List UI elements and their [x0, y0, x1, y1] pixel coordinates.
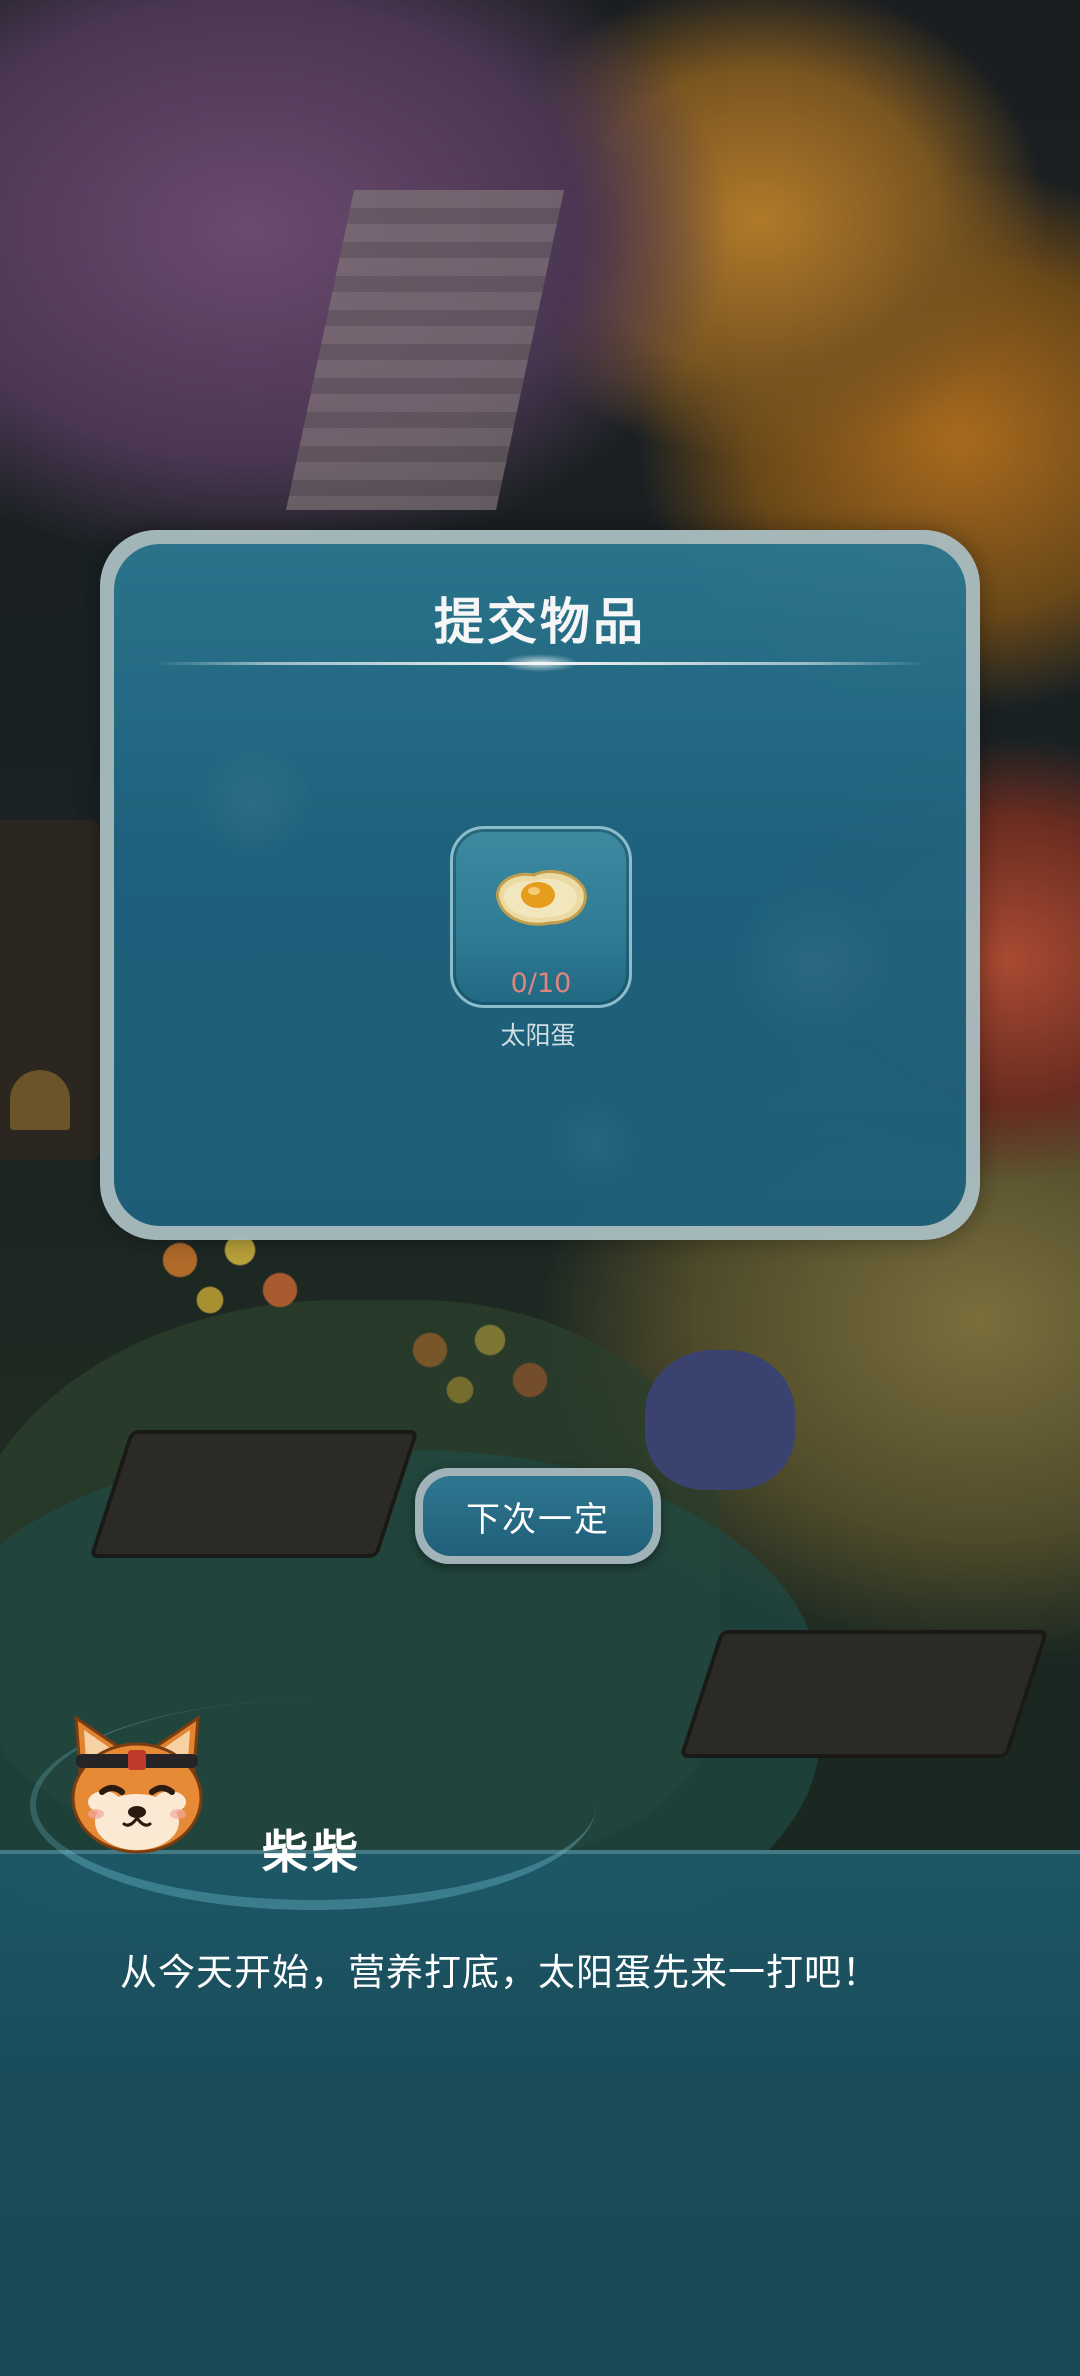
speaker-name: 柴柴: [262, 1825, 362, 1879]
item-count: 0/10: [510, 968, 572, 999]
dialogue-text: 从今天开始，营养打底，太阳蛋先来一打吧！: [120, 1951, 880, 1994]
game-screen: 提交物品 0/10 太阳蛋 下次一定 柴柴 从今天开始，营养打底，太阳蛋先来一打…: [0, 0, 1080, 2376]
item-slot[interactable]: 0/10: [450, 826, 632, 1008]
title-divider: [154, 654, 926, 672]
item-name: 太阳蛋: [500, 1021, 576, 1050]
dialog-body: 提交物品 0/10 太阳蛋: [114, 544, 966, 1226]
dialogue-box[interactable]: [0, 1850, 1080, 2376]
shiba-dog-avatar: [71, 1715, 203, 1854]
sun-egg-icon: [496, 870, 587, 926]
flower-bed: [150, 1230, 310, 1320]
flower-bed: [400, 1320, 560, 1410]
next-time-button[interactable]: 下次一定: [415, 1468, 661, 1564]
submit-items-dialog: 提交物品 0/10 太阳蛋: [100, 530, 980, 1240]
dialog-title: 提交物品: [434, 593, 646, 651]
sleeping-pot-decoration: [645, 1350, 795, 1490]
cottage-window: [10, 1070, 70, 1130]
wooden-bench: [679, 1630, 1049, 1758]
next-time-button-label: 下次一定: [423, 1476, 653, 1556]
cake-staircase: [285, 190, 565, 510]
wooden-bench: [89, 1430, 419, 1558]
